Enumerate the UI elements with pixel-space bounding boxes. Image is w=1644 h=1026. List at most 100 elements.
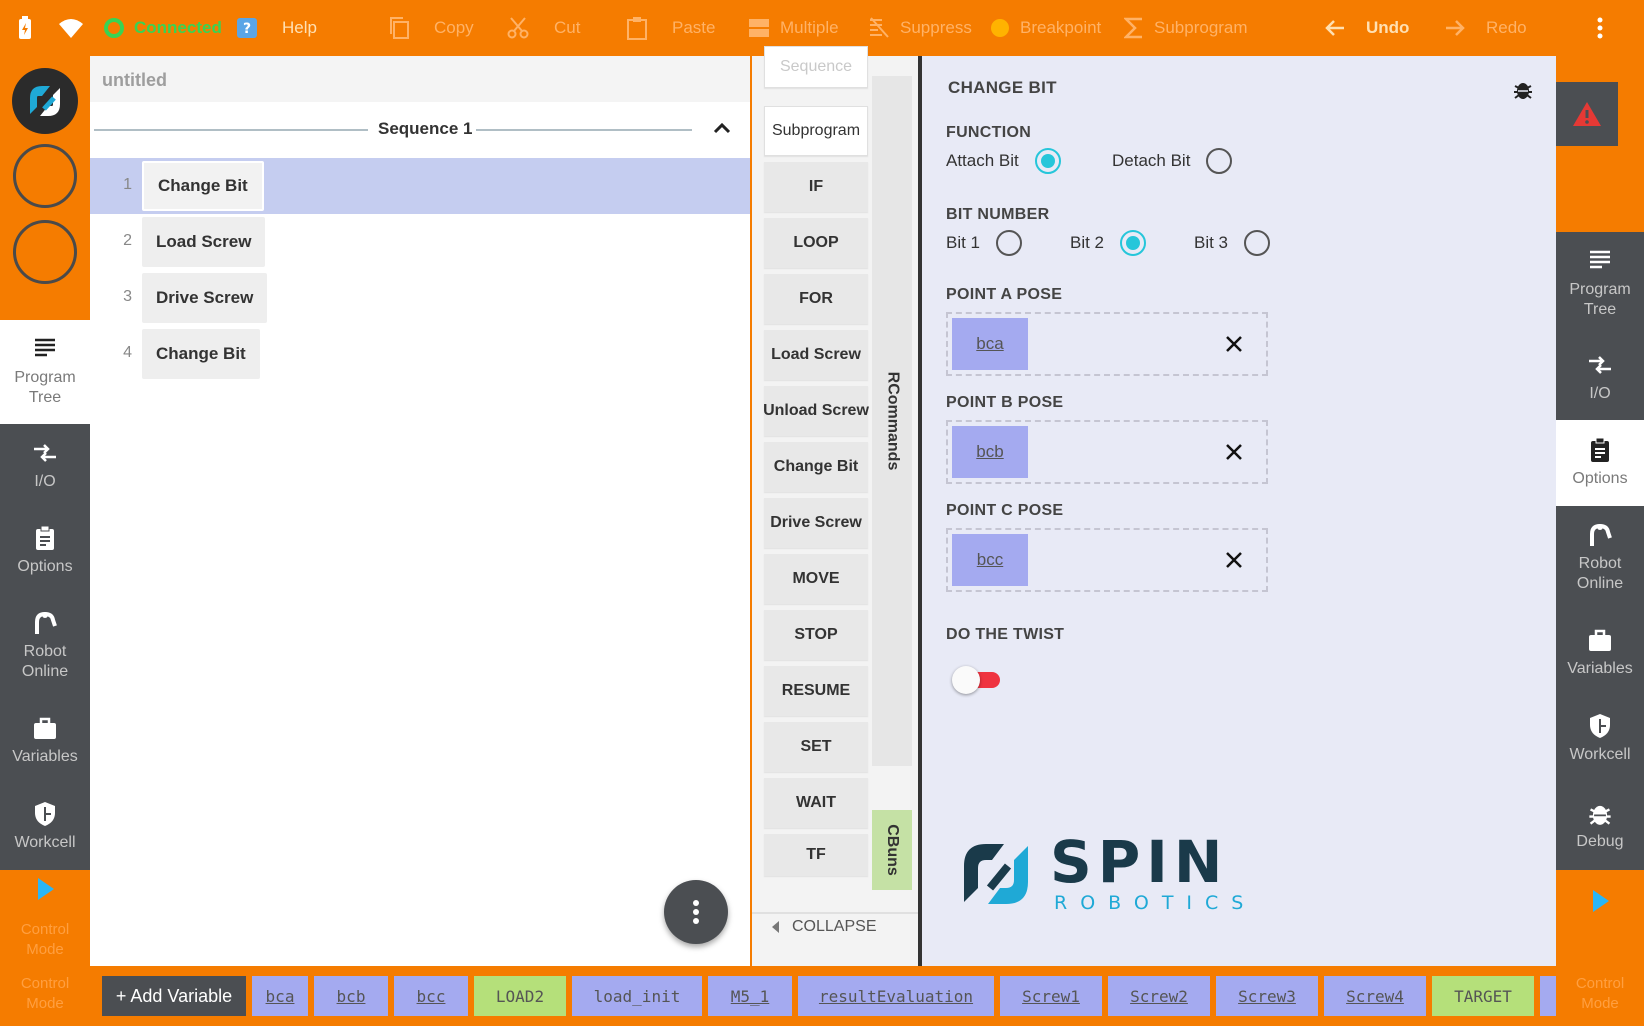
cmd-for-button[interactable]: FOR (764, 274, 868, 324)
paste-button[interactable]: Paste (626, 0, 715, 56)
collapse-button[interactable]: COLLAPSE (770, 918, 876, 936)
cut-button[interactable]: Cut (506, 0, 580, 56)
more-vert-icon[interactable] (1596, 0, 1604, 56)
variable-chip[interactable]: LOAD2 (474, 976, 566, 1016)
bug-icon[interactable] (1512, 78, 1534, 100)
variable-chip[interactable]: Screw1 (1000, 976, 1102, 1016)
variable-chip[interactable]: bca (252, 976, 308, 1016)
point-a-pose-field[interactable]: bca (946, 312, 1268, 376)
cmd-sequence-button[interactable]: Sequence (764, 46, 868, 88)
chevron-up-icon[interactable] (710, 116, 734, 140)
nav-robot-online[interactable]: Robot Online (0, 594, 90, 698)
nav-program-tree[interactable]: Program Tree (0, 320, 90, 424)
close-icon[interactable] (1222, 440, 1246, 464)
point-a-variable-chip[interactable]: bca (952, 318, 1028, 370)
copy-button[interactable]: Copy (388, 0, 474, 56)
more-actions-button[interactable] (664, 880, 728, 944)
tree-row[interactable]: 3 Drive Screw (90, 270, 750, 326)
cmd-set-button[interactable]: SET (764, 722, 868, 772)
left-control-mode[interactable]: Control Mode (0, 870, 90, 966)
point-b-variable-chip[interactable]: bcb (952, 426, 1028, 478)
detach-bit-radio[interactable] (1206, 148, 1233, 174)
cmd-unload-screw-button[interactable]: Unload Screw (763, 386, 869, 436)
program-tree-icon (1590, 250, 1610, 269)
tree-row[interactable]: 4 Change Bit (90, 326, 750, 382)
redo-button[interactable]: Redo (1444, 0, 1527, 56)
tree-row-number: 3 (123, 288, 132, 305)
right-control-mode[interactable] (1556, 870, 1644, 966)
right-nav-io-label: I/O (1589, 385, 1611, 402)
cmd-change-bit-button[interactable]: Change Bit (764, 442, 868, 492)
variable-chip[interactable]: bcb (314, 976, 388, 1016)
variable-chip-overflow[interactable] (1540, 976, 1556, 1016)
connected-label: Connected (134, 18, 222, 37)
cmd-stop-button[interactable]: STOP (764, 610, 868, 660)
point-c-pose-field[interactable]: bcc (946, 528, 1268, 592)
cmd-wait-button[interactable]: WAIT (764, 778, 868, 828)
tree-row-command[interactable]: Drive Screw (142, 273, 268, 323)
alert-button[interactable] (1556, 82, 1618, 146)
right-nav-workcell[interactable]: Workcell (1556, 696, 1644, 782)
nav-workcell[interactable]: Workcell (0, 784, 90, 870)
cmd-if-button[interactable]: IF (764, 162, 868, 212)
bit-1-radio[interactable] (996, 230, 1023, 256)
right-nav-variables[interactable]: Variables (1556, 610, 1644, 696)
tree-row-command[interactable]: Change Bit (142, 161, 264, 211)
cmd-drive-screw-button[interactable]: Drive Screw (764, 498, 868, 548)
close-icon[interactable] (1222, 332, 1246, 356)
cbuns-tab[interactable]: CBuns (872, 810, 912, 890)
rcommands-tab[interactable]: RCommands (872, 76, 912, 766)
nav-options-label: Options (17, 558, 73, 575)
bit-3-option[interactable]: Bit 3 (1194, 230, 1271, 256)
bit-2-option[interactable]: Bit 2 (1070, 230, 1147, 256)
help-icon: ? (236, 17, 258, 39)
nav-options[interactable]: Options (0, 508, 90, 594)
variable-chip[interactable]: TARGET (1432, 976, 1534, 1016)
breakpoint-button[interactable]: Breakpoint (990, 0, 1101, 56)
variable-chip[interactable]: bcc (394, 976, 468, 1016)
tree-row[interactable]: 2 Load Screw (90, 214, 750, 270)
nav-variables[interactable]: Variables (0, 698, 90, 784)
tree-row-command[interactable]: Change Bit (142, 329, 260, 379)
bit-2-radio[interactable] (1120, 230, 1147, 256)
right-nav-options[interactable]: Options (1556, 420, 1644, 506)
variable-chip[interactable]: Screw3 (1216, 976, 1318, 1016)
detach-bit-option[interactable]: Detach Bit (1112, 148, 1233, 174)
point-c-variable-chip[interactable]: bcc (952, 534, 1028, 586)
bit-3-radio[interactable] (1244, 230, 1271, 256)
tree-row-command[interactable]: Load Screw (142, 217, 266, 267)
variable-chip[interactable]: load_init (572, 976, 702, 1016)
variable-chip[interactable]: resultEvaluation (798, 976, 994, 1016)
cmd-loop-button[interactable]: LOOP (764, 218, 868, 268)
program-title[interactable]: untitled (102, 70, 167, 91)
variable-chip[interactable]: Screw4 (1324, 976, 1426, 1016)
cmd-subprogram-button[interactable]: Subprogram (764, 106, 868, 156)
attach-bit-option[interactable]: Attach Bit (946, 148, 1061, 174)
attach-bit-radio[interactable] (1034, 148, 1061, 174)
variable-chip[interactable]: M5_1 (708, 976, 792, 1016)
add-variable-button[interactable]: + Add Variable (102, 976, 246, 1016)
cmd-load-screw-button[interactable]: Load Screw (764, 330, 868, 380)
suppress-button[interactable]: Suppress (868, 0, 972, 56)
cmd-tf-button[interactable]: TF (764, 834, 868, 876)
bit-1-option[interactable]: Bit 1 (946, 230, 1023, 256)
toggle-knob[interactable] (952, 666, 980, 694)
subprogram-button[interactable]: Subprogram (1124, 0, 1248, 56)
close-icon[interactable] (1222, 548, 1246, 572)
right-nav-io[interactable]: I/O (1556, 336, 1644, 420)
cmd-move-button[interactable]: MOVE (764, 554, 868, 604)
help-button[interactable]: ? Help (236, 0, 317, 56)
cmd-resume-button[interactable]: RESUME (764, 666, 868, 716)
right-nav-robot-online[interactable]: Robot Online (1556, 506, 1644, 610)
clipboard-icon (1591, 437, 1609, 462)
briefcase-icon (34, 717, 56, 739)
spin-logo-icon (12, 68, 78, 134)
variable-chip[interactable]: Screw2 (1108, 976, 1210, 1016)
right-nav-program-tree[interactable]: Program Tree (1556, 232, 1644, 336)
point-b-pose-field[interactable]: bcb (946, 420, 1268, 484)
attach-bit-label: Attach Bit (946, 151, 1019, 170)
tree-row[interactable]: 1 Change Bit (90, 158, 750, 214)
right-nav-debug[interactable]: Debug (1556, 782, 1644, 870)
undo-button[interactable]: Undo (1324, 0, 1409, 56)
nav-io[interactable]: I/O (0, 424, 90, 508)
